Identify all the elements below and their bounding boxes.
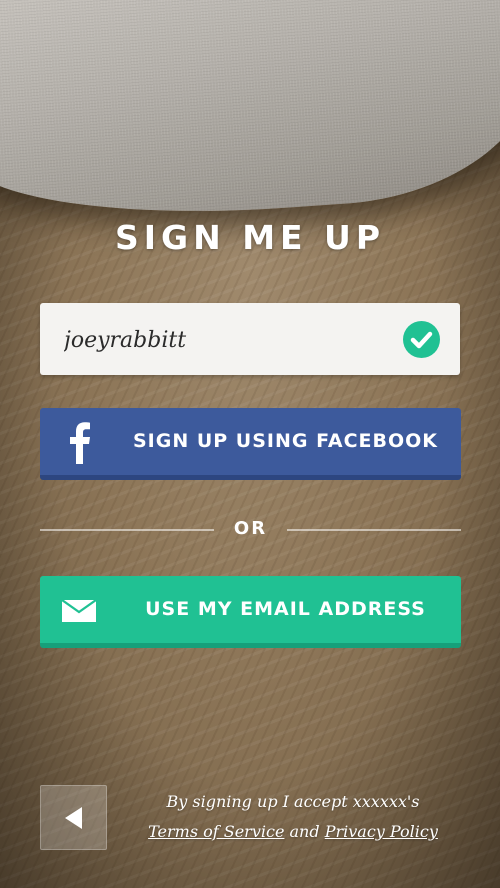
or-divider: OR xyxy=(40,518,461,540)
terms-line-2: Terms of Service and Privacy Policy xyxy=(128,817,458,847)
username-input[interactable] xyxy=(62,321,386,359)
check-icon xyxy=(403,321,440,358)
email-signup-label: USE MY EMAIL ADDRESS xyxy=(145,598,426,620)
privacy-policy-link[interactable]: Privacy Policy xyxy=(325,822,438,841)
back-button[interactable] xyxy=(40,785,107,850)
facebook-signup-label: SIGN UP USING FACEBOOK xyxy=(132,430,439,452)
terms-text: By signing up I accept xxxxxx's Terms of… xyxy=(128,787,458,847)
terms-line-1: By signing up I accept xxxxxx's xyxy=(166,792,420,811)
username-field[interactable] xyxy=(40,303,460,375)
divider-line-right xyxy=(287,529,461,531)
facebook-f-icon xyxy=(70,422,90,464)
email-signup-button[interactable]: USE MY EMAIL ADDRESS xyxy=(40,576,461,648)
triangle-left-icon xyxy=(65,807,82,829)
cloth-shape xyxy=(0,0,500,230)
page-title: SIGN ME UP xyxy=(114,218,386,257)
envelope-icon xyxy=(62,600,96,622)
facebook-signup-button[interactable]: SIGN UP USING FACEBOOK xyxy=(40,408,461,480)
terms-conjunction: and xyxy=(289,822,320,841)
terms-of-service-link[interactable]: Terms of Service xyxy=(148,822,284,841)
